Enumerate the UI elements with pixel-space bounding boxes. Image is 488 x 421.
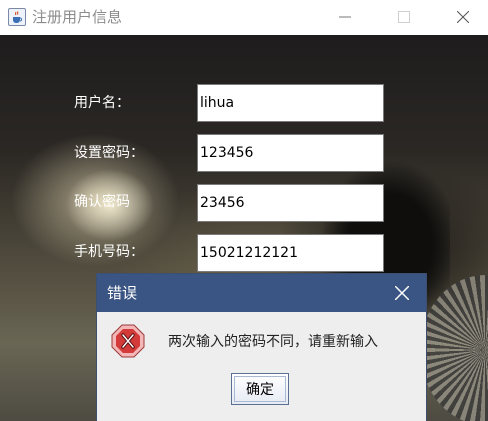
phone-field[interactable] [197, 234, 384, 272]
minimize-button[interactable] [322, 0, 368, 35]
close-icon [395, 286, 409, 300]
close-icon [457, 11, 469, 23]
close-button[interactable] [440, 0, 486, 35]
dialog-title: 错误 [107, 284, 138, 302]
minimize-icon [339, 16, 351, 18]
phone-label: 手机号码： [74, 244, 144, 260]
java-cup-icon [8, 8, 26, 26]
password-field[interactable] [197, 134, 384, 172]
username-label: 用户名： [74, 95, 130, 111]
dialog-titlebar[interactable]: 错误 [97, 274, 426, 312]
error-dialog[interactable]: 错误 两次输入的密码不同，请重新输入 确定 [97, 274, 426, 421]
window-title: 注册用户信息 [32, 8, 123, 26]
ok-button[interactable]: 确定 [231, 373, 289, 405]
maximize-button[interactable] [381, 0, 427, 35]
dialog-message: 两次输入的密码不同，请重新输入 [168, 334, 378, 350]
dialog-close-button[interactable] [389, 280, 415, 306]
username-field[interactable] [197, 84, 384, 122]
password-label: 设置密码： [74, 145, 144, 161]
window-titlebar[interactable]: 注册用户信息 [0, 0, 488, 35]
maximize-icon [398, 11, 410, 23]
ok-button-label: 确定 [246, 382, 274, 398]
confirm-password-field[interactable] [197, 184, 384, 222]
error-icon [111, 324, 145, 358]
confirm-password-label: 确认密码 [74, 194, 130, 210]
